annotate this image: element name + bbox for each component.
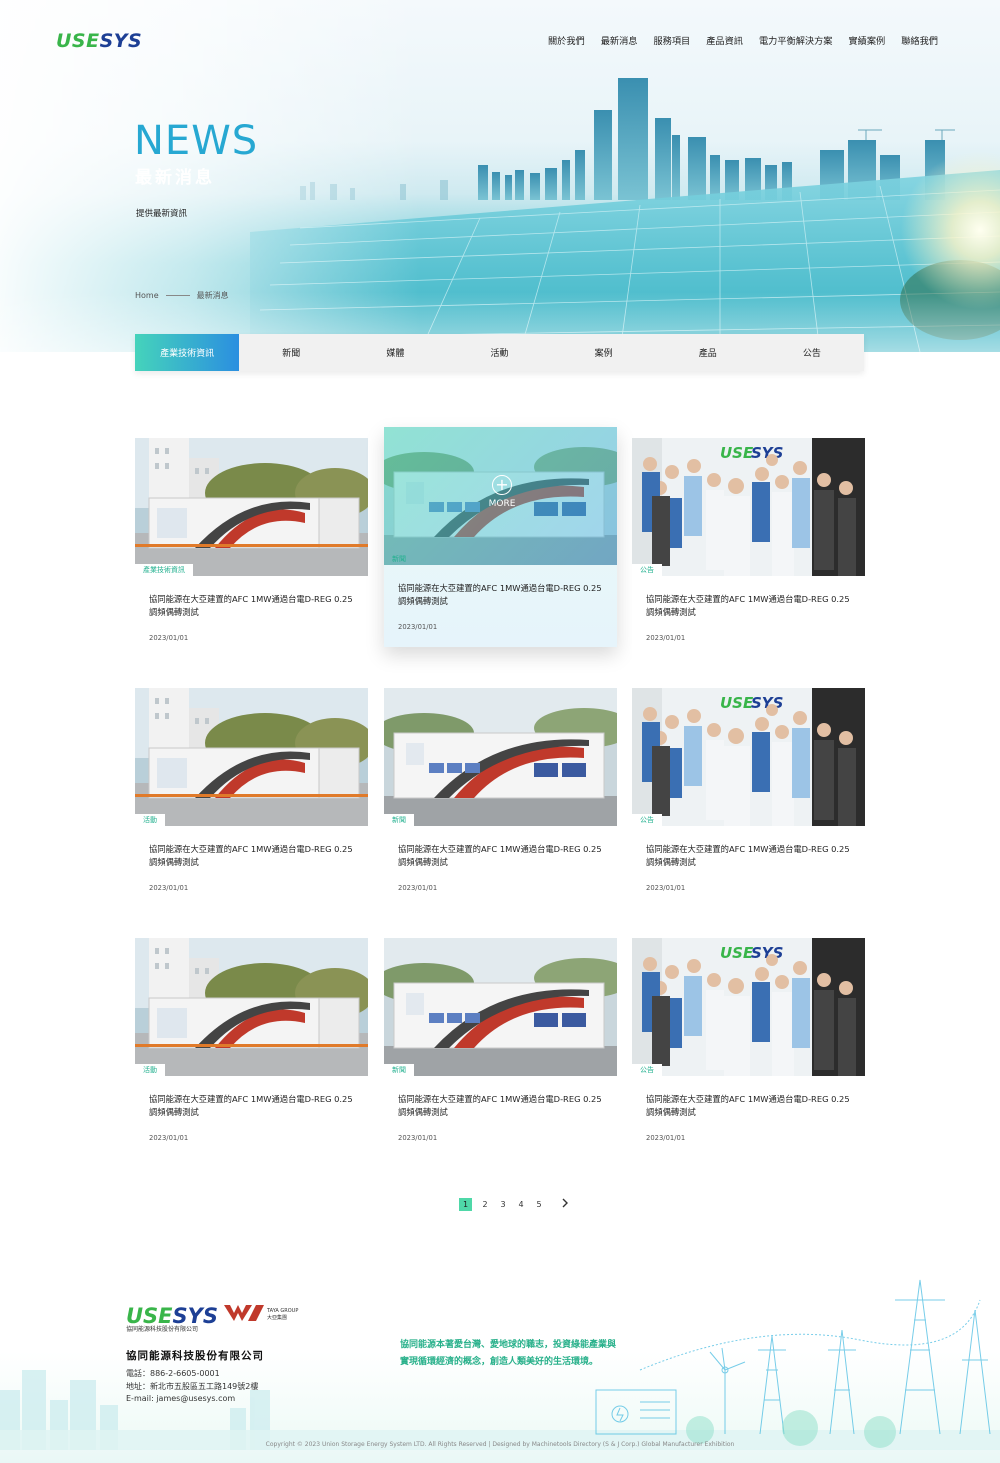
news-card-title[interactable]: 協同能源在大亞建置的AFC 1MW通過台電D-REG 0.25調頻偶轉測試 bbox=[149, 1093, 357, 1118]
pagination: 1 2 3 4 5 bbox=[459, 1198, 572, 1211]
news-card-image[interactable] bbox=[135, 688, 368, 826]
news-card-tag: 產業技術資訊 bbox=[135, 564, 193, 577]
breadcrumb-current: 最新消息 bbox=[196, 291, 229, 300]
news-card-tag: 公告 bbox=[632, 814, 662, 827]
page-5[interactable]: 5 bbox=[534, 1198, 544, 1211]
news-card-title[interactable]: 協同能源在大亞建置的AFC 1MW通過台電D-REG 0.25調頻偶轉測試 bbox=[646, 843, 854, 868]
page-1[interactable]: 1 bbox=[459, 1198, 472, 1211]
chevron-right-icon[interactable] bbox=[558, 1198, 572, 1211]
news-card-date: 2023/01/01 bbox=[398, 1134, 438, 1142]
news-card-title[interactable]: 協同能源在大亞建置的AFC 1MW通過台電D-REG 0.25調頻偶轉測試 bbox=[398, 843, 606, 868]
news-card-tag: 新聞 bbox=[384, 1064, 414, 1077]
news-card-image[interactable] bbox=[632, 688, 865, 826]
footer-contact-info: 電話：886-2-6605-0001 地址：新北市五股區五工路149號2樓 E-… bbox=[126, 1368, 258, 1406]
nav-item-cases[interactable]: 實績案例 bbox=[849, 33, 886, 47]
nav-item-products[interactable]: 產品資訊 bbox=[706, 33, 743, 47]
footer-email[interactable]: E-mail: james@usesys.com bbox=[126, 1393, 258, 1406]
tab-industry-tech[interactable]: 產業技術資訊 bbox=[135, 334, 240, 371]
plus-icon: + bbox=[492, 475, 512, 495]
news-card-date: 2023/01/01 bbox=[646, 884, 686, 892]
page-description: 提供最新資訊 bbox=[136, 209, 188, 219]
news-card-title[interactable]: 協同能源在大亞建置的AFC 1MW通過台電D-REG 0.25調頻偶轉測試 bbox=[646, 593, 854, 618]
news-card-date: 2023/01/01 bbox=[398, 623, 438, 631]
news-card-image[interactable] bbox=[384, 688, 617, 826]
footer-logo-subtitle: 協同能源科技股份有限公司 bbox=[126, 1326, 199, 1333]
nav-item-news[interactable]: 最新消息 bbox=[601, 33, 638, 47]
taya-group-label: TAYA GROUP 大亞集團 bbox=[267, 1308, 299, 1321]
news-card-date: 2023/01/01 bbox=[646, 634, 686, 642]
footer-slogan: 協同能源本著愛台灣、愛地球的職志，投資綠能產業與 實現循環經濟的概念，創造人類美… bbox=[400, 1340, 617, 1367]
news-card-tag: 新聞 bbox=[384, 814, 414, 827]
nav-item-about[interactable]: 關於我們 bbox=[548, 33, 585, 47]
main-nav: 關於我們 最新消息 服務項目 產品資訊 電力平衡解決方案 實績案例 聯絡我們 bbox=[548, 33, 938, 47]
news-card-date: 2023/01/01 bbox=[149, 1134, 189, 1142]
news-card-title[interactable]: 協同能源在大亞建置的AFC 1MW通過台電D-REG 0.25調頻偶轉測試 bbox=[398, 1093, 606, 1118]
news-card-date: 2023/01/01 bbox=[149, 634, 189, 642]
nav-item-power-balance[interactable]: 電力平衡解決方案 bbox=[759, 33, 833, 47]
tab-products[interactable]: 產品 bbox=[656, 334, 760, 371]
news-card[interactable]: 活動協同能源在大亞建置的AFC 1MW通過台電D-REG 0.25調頻偶轉測試 2… bbox=[135, 688, 368, 908]
footer-phone: 電話：886-2-6605-0001 bbox=[126, 1369, 220, 1378]
tab-media[interactable]: 媒體 bbox=[343, 334, 447, 371]
category-tabs: 產業技術資訊 新聞 媒體 活動 案例 產品 公告 bbox=[135, 334, 864, 371]
news-card-image[interactable] bbox=[632, 438, 865, 576]
tab-announcements[interactable]: 公告 bbox=[760, 334, 864, 371]
hero-banner: USE SYS 關於我們 最新消息 服務項目 產品資訊 電力平衡解決方案 實績案例… bbox=[0, 0, 1000, 352]
news-card-image[interactable] bbox=[632, 938, 865, 1076]
site-logo[interactable]: USE SYS bbox=[56, 30, 142, 52]
footer-address: 地址：新北市五股區五工路149號2樓 bbox=[126, 1381, 259, 1391]
nav-item-contact[interactable]: 聯絡我們 bbox=[901, 33, 938, 47]
news-card-date: 2023/01/01 bbox=[398, 884, 438, 892]
news-card-image[interactable] bbox=[135, 938, 368, 1076]
tab-events[interactable]: 活動 bbox=[447, 334, 551, 371]
news-card-tag: 新聞 bbox=[392, 555, 406, 563]
more-label: MORE bbox=[488, 499, 516, 509]
news-card[interactable]: 新聞協同能源在大亞建置的AFC 1MW通過台電D-REG 0.25調頻偶轉測試 2… bbox=[384, 688, 617, 908]
footer-company-name: 協同能源科技股份有限公司 bbox=[126, 1350, 264, 1362]
news-card-title[interactable]: 協同能源在大亞建置的AFC 1MW通過台電D-REG 0.25調頻偶轉測試 bbox=[149, 843, 357, 868]
tab-cases[interactable]: 案例 bbox=[552, 334, 656, 371]
news-card-tag: 活動 bbox=[135, 1064, 165, 1077]
nav-item-services[interactable]: 服務項目 bbox=[654, 33, 691, 47]
news-card-image[interactable]: + MORE bbox=[384, 427, 617, 565]
news-card[interactable]: 公告協同能源在大亞建置的AFC 1MW通過台電D-REG 0.25調頻偶轉測試 2… bbox=[632, 688, 865, 908]
breadcrumb-separator bbox=[165, 295, 190, 296]
news-card[interactable]: 公告協同能源在大亞建置的AFC 1MW通過台電D-REG 0.25調頻偶轉測試 2… bbox=[632, 938, 865, 1158]
page-4[interactable]: 4 bbox=[516, 1198, 526, 1211]
news-card[interactable]: 公告協同能源在大亞建置的AFC 1MW通過台電D-REG 0.25調頻偶轉測試 2… bbox=[632, 438, 865, 658]
news-card-tag: 活動 bbox=[135, 814, 165, 827]
page-title: NEWS bbox=[134, 118, 259, 164]
news-card-image[interactable] bbox=[135, 438, 368, 576]
news-card[interactable]: 活動協同能源在大亞建置的AFC 1MW通過台電D-REG 0.25調頻偶轉測試 2… bbox=[135, 938, 368, 1158]
page-3[interactable]: 3 bbox=[498, 1198, 508, 1211]
page-2[interactable]: 2 bbox=[480, 1198, 490, 1211]
news-card-image[interactable] bbox=[384, 938, 617, 1076]
news-card-title[interactable]: 協同能源在大亞建置的AFC 1MW通過台電D-REG 0.25調頻偶轉測試 bbox=[646, 1093, 854, 1118]
news-card-date: 2023/01/01 bbox=[646, 1134, 686, 1142]
news-card-date: 2023/01/01 bbox=[149, 884, 189, 892]
taya-group-logo bbox=[224, 1305, 264, 1321]
news-card[interactable]: 新聞協同能源在大亞建置的AFC 1MW通過台電D-REG 0.25調頻偶轉測試 2… bbox=[384, 938, 617, 1158]
more-button[interactable]: + MORE bbox=[484, 475, 520, 509]
news-card-title[interactable]: 協同能源在大亞建置的AFC 1MW通過台電D-REG 0.25調頻偶轉測試 bbox=[149, 593, 357, 618]
news-card-title[interactable]: 協同能源在大亞建置的AFC 1MW通過台電D-REG 0.25調頻偶轉測試 bbox=[398, 582, 606, 607]
footer: USESYS 協同能源科技股份有限公司 TAYA GROUP 大亞集團 協同能源… bbox=[0, 1240, 1000, 1463]
page-subtitle: 最新消息 bbox=[135, 168, 215, 188]
news-card-tag: 公告 bbox=[632, 564, 662, 577]
news-card-tag: 公告 bbox=[632, 1064, 662, 1077]
tab-news[interactable]: 新聞 bbox=[239, 334, 343, 371]
news-card[interactable]: + MORE 新聞協同能源在大亞建置的AFC 1MW通過台電D-REG 0.25調頻… bbox=[384, 427, 617, 647]
breadcrumb: Home 最新消息 bbox=[135, 290, 229, 301]
news-card[interactable]: 產業技術資訊協同能源在大亞建置的AFC 1MW通過台電D-REG 0.25調頻偶… bbox=[135, 438, 368, 658]
copyright: Copyright © 2023 Union Storage Energy Sy… bbox=[265, 1441, 735, 1448]
breadcrumb-home[interactable]: Home bbox=[135, 291, 159, 300]
